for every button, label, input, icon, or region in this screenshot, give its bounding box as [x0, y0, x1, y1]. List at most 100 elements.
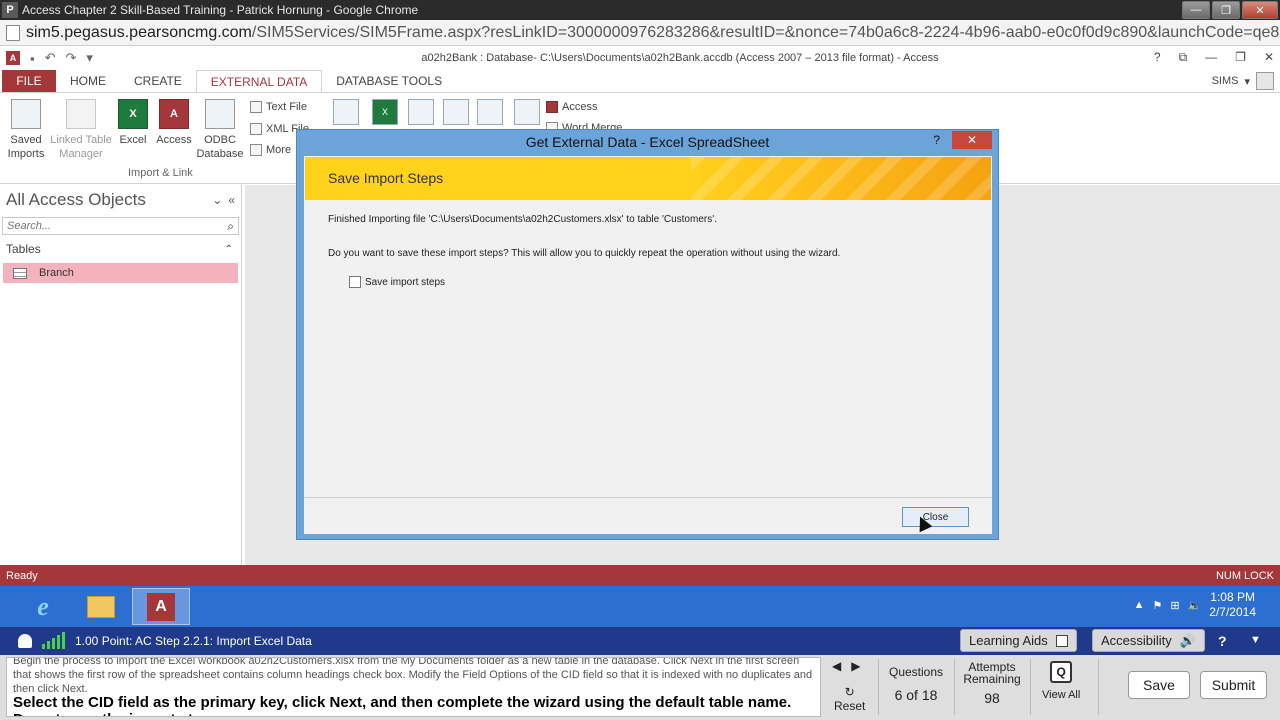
nav-group-tables[interactable]: Tables ⌃ [0, 239, 241, 259]
network-icon[interactable]: ⊞ [1170, 599, 1179, 612]
access-restore-button[interactable]: ❐ [1235, 50, 1246, 65]
import-excel-button[interactable]: X Excel [117, 99, 149, 147]
save-import-steps-option[interactable]: Save import steps [349, 276, 445, 288]
reset-label: Reset [834, 699, 866, 713]
access-label: Access [156, 134, 192, 146]
show-hidden-icons-icon[interactable]: ▲ [1134, 599, 1145, 611]
nav-item-branch[interactable]: Branch [3, 263, 238, 283]
customize-qat-icon[interactable]: ▾ [86, 50, 93, 66]
action-center-icon[interactable]: ⚑ [1152, 599, 1162, 612]
accessibility-button[interactable]: Accessibility 🔊 [1092, 629, 1205, 652]
export-excel-icon[interactable]: X [372, 99, 398, 125]
dialog-help-icon[interactable]: ? [933, 133, 940, 147]
submit-button[interactable]: Submit [1200, 671, 1267, 699]
nav-search-input[interactable] [7, 220, 207, 232]
shutter-bar-collapse-icon[interactable]: « [228, 193, 235, 207]
linked-table-manager-label-line1: Linked Table [50, 134, 112, 146]
nav-item-label: Branch [39, 267, 74, 279]
next-arrow-icon[interactable]: ▶ [851, 659, 860, 673]
saved-imports-label-line2: Imports [7, 148, 45, 160]
search-icon[interactable]: ⌕ [227, 219, 234, 234]
excel-icon: X [118, 99, 148, 129]
undo-icon[interactable]: ↶ [45, 50, 56, 66]
saved-imports-button[interactable]: Saved Imports [6, 99, 46, 161]
access-minimize-button[interactable]: — [1205, 50, 1217, 65]
reset-button[interactable]: ↻ Reset [834, 685, 865, 713]
tab-home[interactable]: HOME [56, 70, 120, 92]
linked-table-manager-icon [66, 99, 96, 129]
folder-icon [87, 595, 115, 618]
speaker-icon: 🔊 [1179, 632, 1196, 648]
step-navigation: ◀ ▶ [832, 659, 860, 673]
import-access-button[interactable]: A Access [155, 99, 193, 147]
nav-pane-title: All Access Objects [6, 190, 146, 209]
browser-minimize-button[interactable]: — [1182, 1, 1210, 19]
nav-menu-chevron-icon[interactable]: ⌄ [212, 193, 222, 207]
tab-external-data[interactable]: EXTERNAL DATA [195, 70, 323, 92]
save-import-steps-checkbox[interactable] [349, 276, 361, 288]
pearson-app-icon: P [2, 2, 18, 18]
view-all-button[interactable]: Q View All [1042, 661, 1080, 701]
save-import-steps-label[interactable]: Save import steps [365, 277, 445, 288]
instructions-box[interactable]: Begin the process to import the Excel wo… [6, 657, 821, 717]
browser-maximize-button[interactable]: ❐ [1212, 1, 1240, 19]
questions-value: 6 of 18 [894, 687, 938, 703]
volume-icon[interactable]: 🔈 [1188, 599, 1202, 612]
save-button[interactable]: Save [1128, 671, 1190, 699]
tab-file[interactable]: FILE [2, 70, 56, 92]
nav-pane-header[interactable]: All Access Objects ⌄ « [0, 185, 241, 215]
tab-database-tools[interactable]: DATABASE TOOLS [322, 70, 456, 92]
view-all-label: View All [1042, 689, 1081, 701]
export-saved-exports-icon[interactable] [333, 99, 359, 125]
redo-icon[interactable]: ↷ [66, 50, 77, 66]
more-icon [250, 144, 262, 156]
ribbon-tab-strip: FILE HOME CREATE EXTERNAL DATA DATABASE … [0, 70, 1280, 92]
export-xml-file-icon[interactable] [443, 99, 469, 125]
previous-arrow-icon[interactable]: ◀ [832, 659, 841, 673]
system-clock[interactable]: 1:08 PM 2/7/2014 [1209, 590, 1256, 620]
odbc-database-button[interactable]: ODBC Database [196, 99, 244, 161]
saved-imports-icon [11, 99, 41, 129]
navigation-pane: All Access Objects ⌄ « ⌕ Tables ⌃ Branch [0, 185, 242, 565]
dialog-title-bar: Get External Data - Excel SpreadSheet [297, 130, 998, 154]
attempts-label-line2: Remaining [963, 672, 1021, 686]
more-label: More [266, 144, 292, 156]
get-external-data-dialog: Get External Data - Excel SpreadSheet ? … [296, 129, 999, 540]
learning-aids-button[interactable]: Learning Aids [960, 629, 1077, 652]
text-file-button[interactable]: Text File [250, 101, 307, 113]
taskbar-internet-explorer[interactable]: e [14, 588, 72, 625]
dialog-divider [304, 497, 992, 498]
export-pdf-icon[interactable] [477, 99, 503, 125]
dialog-banner: Save Import Steps [305, 157, 991, 200]
divider [1098, 659, 1099, 715]
save-icon[interactable]: ▪ [30, 51, 35, 66]
export-email-icon[interactable] [514, 99, 540, 125]
signal-strength-icon [42, 632, 65, 649]
chevron-down-icon[interactable]: ▼ [1250, 634, 1261, 646]
browser-close-button[interactable]: ✕ [1242, 1, 1278, 19]
linked-table-manager-label-line2: Manager [59, 148, 103, 160]
url-host: sim5.pegasus.pearsoncmg.com [26, 23, 252, 41]
tab-create[interactable]: CREATE [120, 70, 196, 92]
taskbar-file-explorer[interactable] [72, 588, 130, 625]
address-bar[interactable]: sim5.pegasus.pearsoncmg.com /SIM5Service… [0, 20, 1280, 46]
nav-search-box: ⌕ [2, 217, 239, 235]
dialog-close-icon[interactable]: ✕ [952, 131, 992, 149]
access-close-button[interactable]: ✕ [1264, 50, 1274, 65]
save-steps-question: Do you want to save these import steps? … [328, 248, 841, 259]
taskbar-access[interactable]: A [132, 588, 190, 625]
more-import-button[interactable]: More [250, 144, 291, 156]
ribbon-display-options-icon[interactable]: ⧉ [1179, 50, 1188, 65]
export-text-file-icon[interactable] [408, 99, 434, 125]
access-icon [546, 101, 558, 113]
help-icon[interactable]: ? [1154, 50, 1161, 65]
accessibility-label: Accessibility [1101, 633, 1172, 648]
internet-explorer-icon: e [37, 591, 49, 621]
close-button[interactable]: Close [902, 507, 969, 527]
linked-table-manager-button[interactable]: Linked Table Manager [48, 99, 114, 161]
num-lock-indicator: NUM LOCK [1215, 569, 1274, 582]
account-menu[interactable]: SIMS ▾ [1212, 72, 1274, 90]
help-icon[interactable]: ? [1218, 633, 1227, 649]
clock-time: 1:08 PM [1210, 590, 1255, 604]
export-access-button[interactable]: Access [546, 101, 597, 113]
